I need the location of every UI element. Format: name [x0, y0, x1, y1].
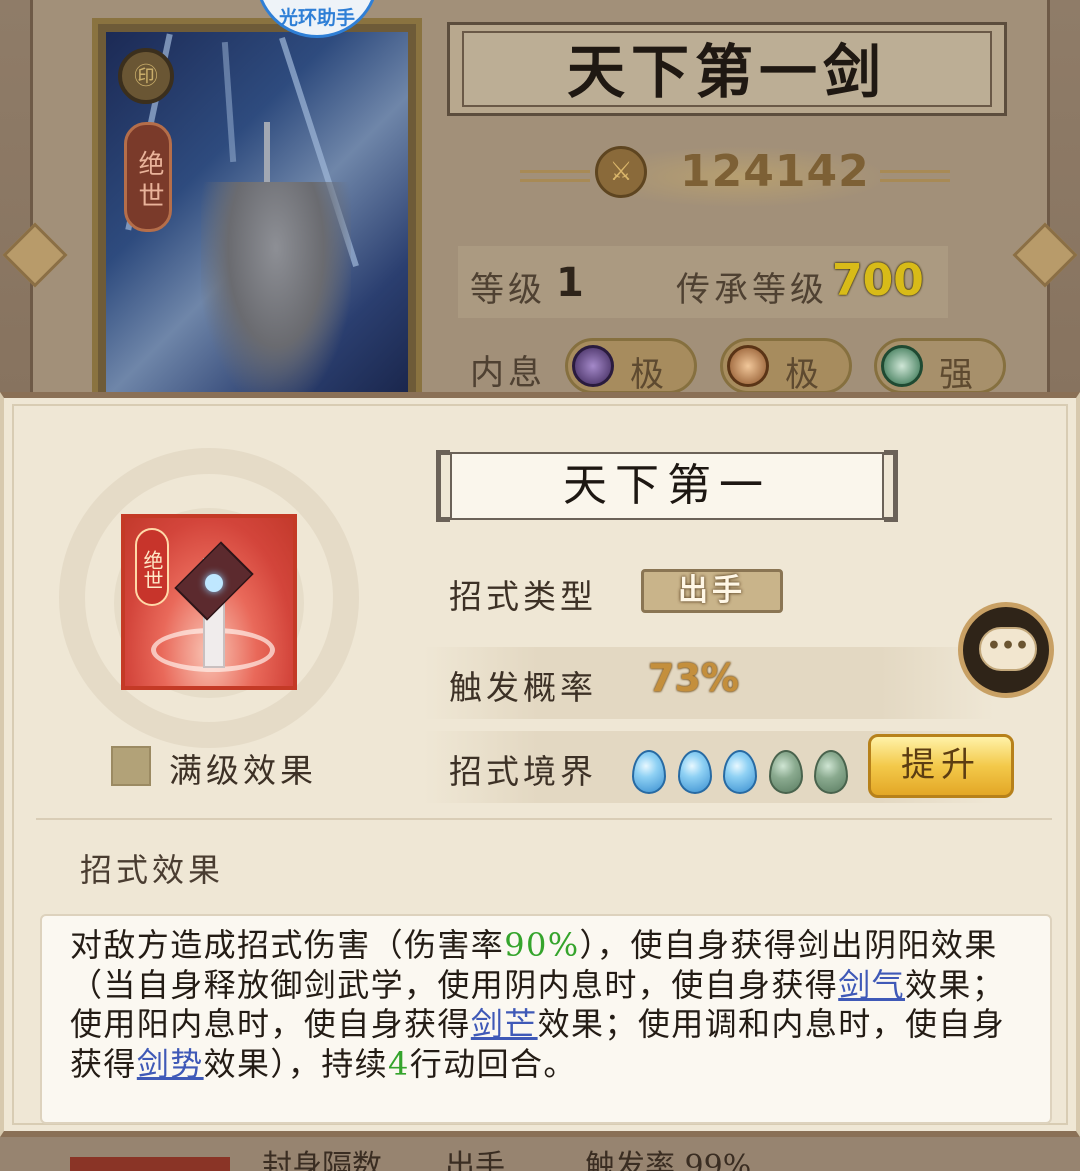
effect-text-part: 行动回合。	[409, 1044, 577, 1083]
jianshi-link[interactable]: 剑势	[137, 1045, 204, 1083]
max-level-checkbox[interactable]	[111, 746, 151, 786]
ornament-right	[880, 170, 950, 182]
hero-name-plate: 天下第一剑	[447, 22, 1007, 116]
rank-emblem-icon: ㊞	[118, 48, 174, 104]
effect-title: 招式效果	[80, 851, 225, 889]
effect-text-part: 对敌方造成招式伤害（伤害率	[70, 926, 505, 964]
realm-drop-filled-icon	[677, 750, 712, 794]
effect-description: 对敌方造成招式伤害（伤害率90%），使自身获得剑出阴阳效果（当自身释放御剑武学，…	[70, 926, 1030, 1084]
skill-detail-dialog: 绝世 满级效果 天下第一 招式类型 出手 触发概率 73% 招式境界 提升 ••…	[0, 392, 1080, 1137]
jianqi-link[interactable]: 剑气	[838, 966, 905, 1004]
trigger-rate-value: 73%	[648, 656, 739, 700]
damage-rate-value: 90%	[504, 926, 580, 964]
next-skill-name: 封身隔数	[262, 1149, 382, 1171]
neixi-harmony-pill[interactable]: 强	[874, 338, 1006, 395]
realm-drop-filled-icon	[632, 750, 666, 794]
effect-text-part: 效果），持续	[203, 1044, 389, 1083]
yin-orb-icon	[572, 345, 614, 387]
effect-description-box: 对敌方造成招式伤害（伤害率90%），使自身获得剑出阴阳效果（当自身释放御剑武学，…	[40, 914, 1052, 1124]
harmony-orb-icon	[881, 345, 923, 387]
chat-bubble-icon: •••	[979, 627, 1037, 671]
section-divider	[36, 818, 1052, 820]
watermark-text: 光环助手	[278, 7, 355, 29]
bracket-right	[884, 450, 898, 522]
skill-rank-tag: 绝世	[135, 528, 169, 606]
neixi-label: 内息	[470, 353, 546, 393]
power-icon: ⚔	[595, 146, 647, 198]
upgrade-button[interactable]: 提升	[868, 734, 1014, 798]
hero-name: 天下第一剑	[462, 31, 992, 107]
bracket-left	[436, 450, 450, 522]
next-skill-rate: 触发率 99%	[585, 1149, 752, 1171]
neixi-yin-pill[interactable]: 极	[565, 338, 697, 395]
ornament-left	[520, 170, 590, 182]
max-level-label: 满级效果	[169, 751, 317, 790]
neixi-grade: 极	[630, 355, 664, 395]
neixi-yang-pill[interactable]: 极	[720, 338, 852, 395]
skill-type-badge: 出手	[641, 569, 783, 613]
chat-button[interactable]: •••	[958, 602, 1054, 698]
swordsman-figure	[201, 182, 351, 395]
skill-name-plate: 天下第一	[436, 450, 898, 522]
inherit-level-label: 传承等级	[676, 270, 828, 310]
hero-panel: ㊞ 绝世 光环助手 天下第一剑 ⚔ 124142 等级 1 传承等级 700 内…	[0, 0, 1080, 395]
hero-portrait: ㊞ 绝世	[106, 32, 408, 395]
level-label: 等级	[470, 270, 546, 310]
skill-name: 天下第一	[450, 452, 884, 520]
neixi-grade: 强	[939, 355, 973, 395]
level-value: 1	[556, 260, 584, 306]
yang-orb-icon	[727, 345, 769, 387]
skill-realm-label: 招式境界	[449, 752, 597, 791]
realm-drop-filled-icon	[723, 750, 757, 794]
trigger-rate-label: 触发概率	[449, 668, 597, 707]
hero-rank-tag: 绝世	[124, 122, 172, 232]
duration-value: 4	[388, 1044, 410, 1083]
inherit-level-value: 700	[832, 255, 924, 306]
hero-card: ㊞ 绝世	[92, 18, 422, 395]
skill-type-label: 招式类型	[449, 577, 597, 616]
power-value: 124142	[680, 146, 870, 197]
realm-drop-empty-icon	[768, 750, 803, 794]
sword-gem-icon	[205, 574, 223, 592]
next-skill-peek: 封身隔数 出手 触发率 99%	[0, 1137, 1080, 1171]
skill-icon: 绝世	[121, 514, 297, 690]
power-row: ⚔ 124142	[520, 140, 950, 210]
next-skill-icon-edge	[70, 1157, 230, 1171]
realm-drop-empty-icon	[814, 750, 848, 794]
jianmang-link[interactable]: 剑芒	[471, 1005, 538, 1043]
neixi-grade: 极	[785, 355, 819, 395]
next-skill-type: 出手	[445, 1149, 505, 1171]
